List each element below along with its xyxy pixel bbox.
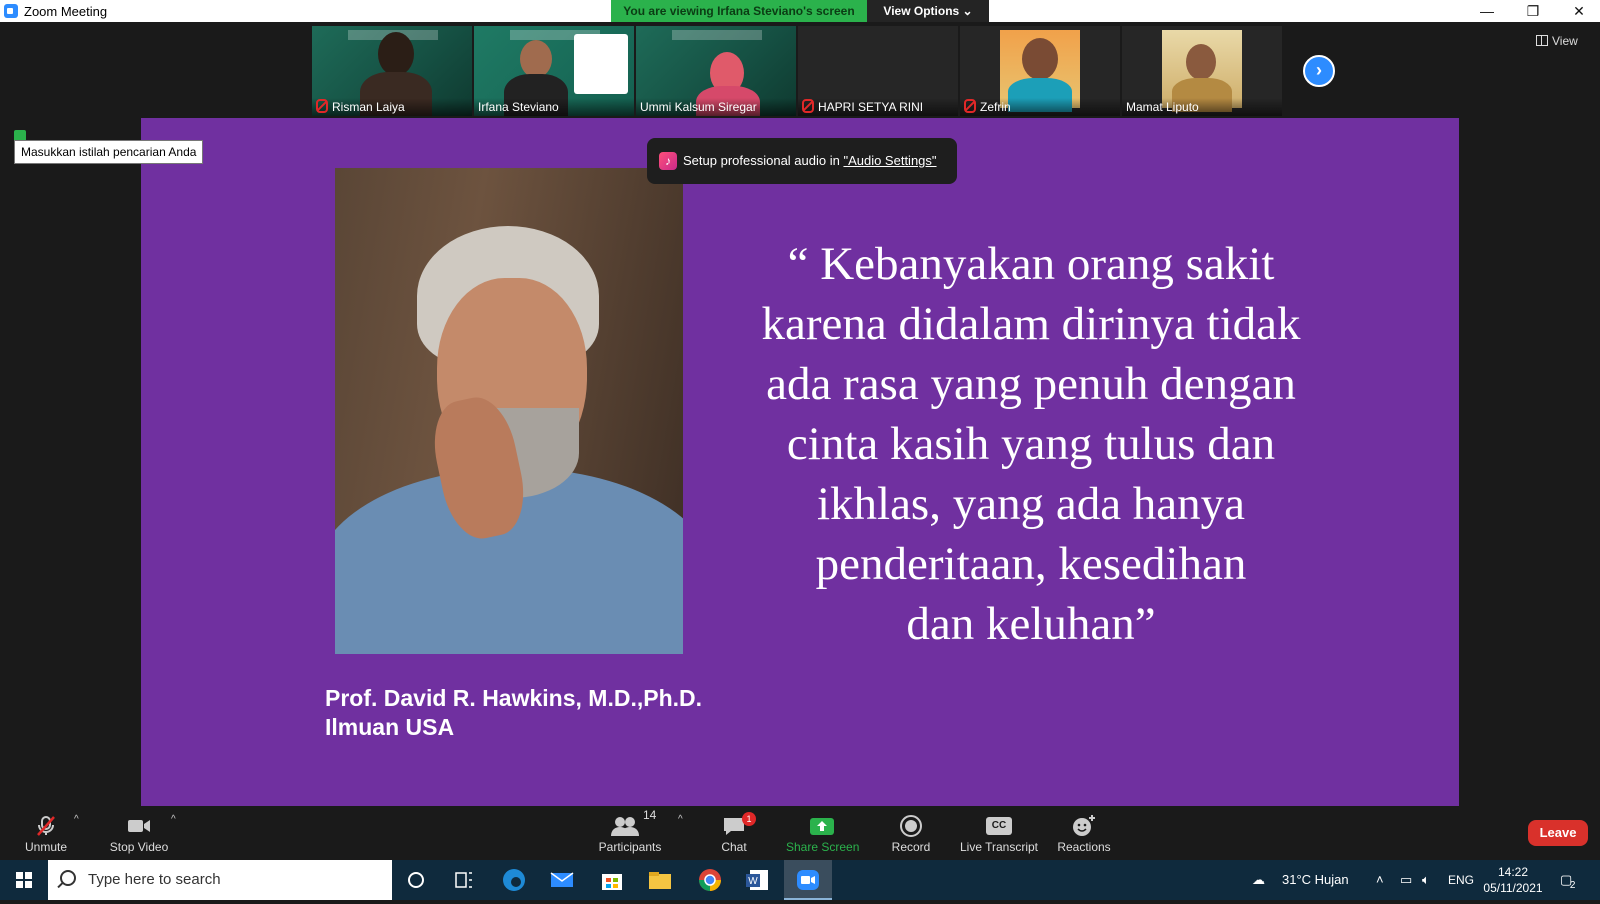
windows-logo-icon: [16, 872, 32, 888]
shared-screen: Prof. David R. Hawkins, M.D.,Ph.D. Ilmua…: [141, 118, 1459, 806]
notification-count: 2: [1569, 880, 1576, 891]
view-label: View: [1552, 34, 1578, 48]
viewing-screen-banner: You are viewing Irfana Steviano's screen: [611, 0, 867, 22]
slide-quote: “ Kebanyakan orang sakit karena didalam …: [711, 234, 1351, 654]
weather-text[interactable]: 31°C Hujan: [1282, 860, 1349, 900]
quote-line: ada rasa yang penuh dengan: [766, 358, 1296, 410]
file-explorer-icon[interactable]: [646, 866, 674, 894]
share-screen-icon: [810, 818, 834, 835]
participant-tile[interactable]: Ummi Kalsum Siregar: [636, 26, 796, 116]
slide-caption: Prof. David R. Hawkins, M.D.,Ph.D. Ilmua…: [325, 684, 702, 742]
edge-browser-icon[interactable]: [500, 866, 528, 894]
reactions-button[interactable]: Reactions: [1054, 808, 1114, 860]
audio-settings-toast[interactable]: ♪ Setup professional audio in "Audio Set…: [647, 138, 957, 184]
participant-tile[interactable]: Zefrin: [960, 26, 1120, 116]
participants-options-caret[interactable]: ^: [678, 814, 683, 825]
word-icon[interactable]: W: [744, 866, 772, 894]
task-view-icon[interactable]: [450, 866, 478, 894]
quote-line: ikhlas, yang ada hanya: [816, 478, 1246, 530]
grid-icon: [1536, 35, 1548, 46]
notification-center-button[interactable]: ▢ 2: [1560, 860, 1581, 900]
quote-line: cinta kasih yang tulus dan: [786, 418, 1276, 470]
clock[interactable]: 14:22 05/11/2021: [1480, 860, 1546, 904]
start-button[interactable]: [0, 860, 48, 900]
participant-tile[interactable]: Risman Laiya: [312, 26, 472, 116]
muted-mic-icon: [37, 816, 55, 836]
volume-icon[interactable]: 🔈︎: [1422, 860, 1430, 900]
smiley-add-icon: [1073, 815, 1095, 836]
quote-line: dan keluhan”: [906, 598, 1156, 650]
view-toggle-button[interactable]: View: [1536, 34, 1578, 48]
participants-count: 14: [643, 808, 657, 822]
meeting-toolbar: Unmute ^ Stop Video ^ Participants 14 ^ …: [0, 808, 1600, 860]
muted-mic-icon: [964, 99, 976, 113]
zoom-taskbar-button[interactable]: [784, 860, 832, 900]
mail-icon[interactable]: [548, 866, 576, 894]
record-button[interactable]: Record: [886, 808, 936, 860]
quote-line: penderitaan, kesedihan: [815, 538, 1247, 590]
window-title: Zoom Meeting: [24, 4, 108, 19]
leave-button[interactable]: Leave: [1528, 820, 1588, 846]
store-icon[interactable]: [598, 866, 626, 894]
unmute-button[interactable]: Unmute: [18, 808, 74, 860]
search-icon: [60, 870, 76, 886]
audio-settings-link[interactable]: "Audio Settings": [843, 153, 936, 168]
language-indicator[interactable]: ENG: [1448, 860, 1474, 900]
minimize-button[interactable]: —: [1464, 0, 1510, 22]
participant-name: Mamat Liputo: [1122, 98, 1282, 116]
audio-options-caret[interactable]: ^: [74, 814, 79, 825]
portrait-photo: [335, 168, 683, 654]
svg-text:W: W: [748, 876, 758, 887]
search-placeholder: Type here to search: [88, 871, 221, 888]
cortana-icon[interactable]: [402, 866, 430, 894]
participant-name: Ummi Kalsum Siregar: [636, 98, 796, 116]
closed-caption-icon: CC: [986, 817, 1012, 835]
participant-name: Zefrin: [960, 98, 1120, 116]
stop-video-button[interactable]: Stop Video: [104, 808, 174, 860]
toast-text: Setup professional audio in: [683, 153, 844, 168]
chrome-icon[interactable]: [696, 866, 724, 894]
muted-mic-icon: [802, 99, 814, 113]
participant-name: HAPRI SETYA RINI: [798, 98, 958, 116]
next-page-arrow-button[interactable]: ›: [1303, 55, 1335, 87]
participant-tile[interactable]: HAPRI SETYA RINI: [798, 26, 958, 116]
record-icon: [900, 815, 922, 837]
muted-mic-icon: [316, 99, 328, 113]
show-hidden-icons-chevron-icon[interactable]: ˄: [1376, 860, 1384, 900]
zoom-logo-icon: [4, 4, 18, 18]
participant-name: Risman Laiya: [312, 98, 472, 116]
share-screen-button[interactable]: Share Screen: [786, 808, 859, 860]
caption-title: Ilmuan USA: [325, 714, 455, 740]
chat-unread-badge: 1: [742, 812, 756, 826]
participant-photo: [1162, 30, 1242, 112]
caption-name: Prof. David R. Hawkins, M.D.,Ph.D.: [325, 685, 703, 711]
windows-taskbar: Type here to search W ☁ 31°C Hujan ˄ ▭ 🔈…: [0, 860, 1600, 900]
network-icon[interactable]: ▭: [1400, 860, 1412, 900]
clock-time: 14:22: [1497, 865, 1529, 879]
restore-button[interactable]: ❐: [1510, 0, 1556, 22]
participant-name: Irfana Steviano: [474, 98, 634, 116]
video-camera-icon: [128, 820, 150, 832]
search-tooltip: Masukkan istilah pencarian Anda: [14, 140, 204, 164]
live-transcript-button[interactable]: CC Live Transcript: [958, 808, 1040, 860]
zoom-icon: [797, 870, 819, 890]
video-options-caret[interactable]: ^: [171, 814, 176, 825]
participant-photo: [1000, 30, 1080, 112]
weather-cloud-icon[interactable]: ☁: [1252, 860, 1265, 900]
quote-line: “ Kebanyakan orang sakit: [787, 238, 1275, 290]
taskbar-search-box[interactable]: Type here to search: [48, 860, 392, 900]
close-button[interactable]: ✕: [1556, 0, 1600, 22]
participant-tile[interactable]: Irfana Steviano: [474, 26, 634, 116]
music-note-icon: ♪: [659, 152, 677, 170]
participant-tile[interactable]: Mamat Liputo: [1122, 26, 1282, 116]
clock-date: 05/11/2021: [1483, 881, 1543, 895]
view-options-button[interactable]: View Options ⌄: [867, 0, 989, 22]
quote-line: karena didalam dirinya tidak: [761, 298, 1301, 350]
